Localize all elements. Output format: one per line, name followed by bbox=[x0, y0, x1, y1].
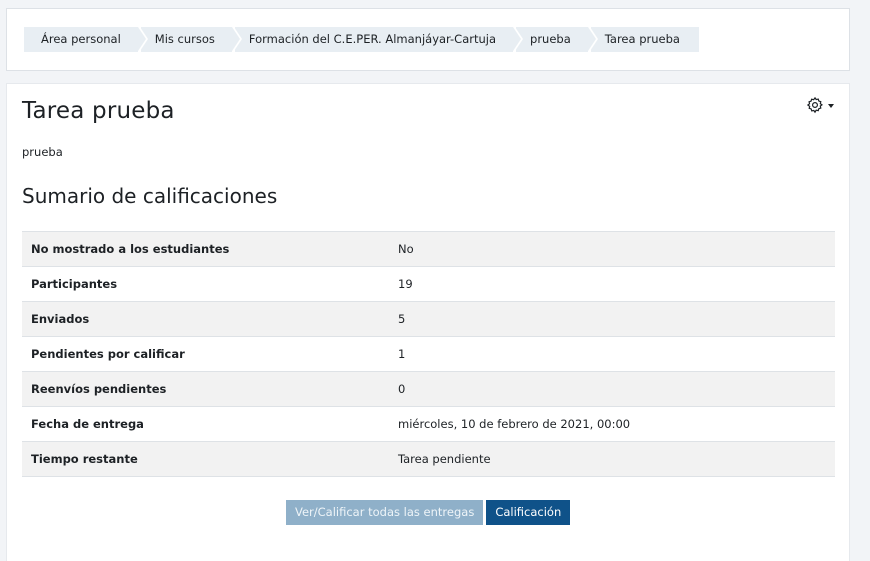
breadcrumb-item-area-personal[interactable]: Área personal bbox=[24, 27, 148, 52]
page-title: Tarea prueba bbox=[22, 98, 175, 124]
breadcrumb-bar: Área personal Mis cursos Formación del C… bbox=[6, 8, 850, 71]
breadcrumb-item-mis-cursos[interactable]: Mis cursos bbox=[140, 27, 243, 52]
assignment-description: prueba bbox=[22, 145, 63, 159]
view-grade-all-submissions-button[interactable]: Ver/Calificar todas las entregas bbox=[286, 500, 484, 525]
breadcrumb-item-current: Tarea prueba bbox=[590, 27, 699, 52]
grading-summary-table: No mostrado a los estudiantes No Partici… bbox=[22, 231, 835, 477]
row-label: Enviados bbox=[22, 301, 389, 337]
settings-menu-button[interactable] bbox=[806, 95, 838, 115]
row-value: Tarea pendiente bbox=[389, 441, 835, 477]
grading-summary-heading: Sumario de calificaciones bbox=[22, 184, 278, 208]
row-value: 5 bbox=[389, 301, 835, 337]
action-buttons: Ver/Calificar todas las entregas Calific… bbox=[286, 500, 571, 525]
grade-button[interactable]: Calificación bbox=[486, 500, 571, 525]
breadcrumb-item-course[interactable]: Formación del C.E.PER. Almanjáyar-Cartuj… bbox=[234, 27, 524, 52]
chevron-down-icon bbox=[828, 104, 834, 108]
table-row: Pendientes por calificar 1 bbox=[22, 336, 835, 372]
row-label: Fecha de entrega bbox=[22, 406, 389, 442]
row-label: Pendientes por calificar bbox=[22, 336, 389, 372]
row-label: Tiempo restante bbox=[22, 441, 389, 477]
row-value: 1 bbox=[389, 336, 835, 372]
table-row: Enviados 5 bbox=[22, 301, 835, 337]
gear-icon bbox=[806, 96, 824, 114]
table-row: Fecha de entrega miércoles, 10 de febrer… bbox=[22, 406, 835, 442]
breadcrumb-item-section[interactable]: prueba bbox=[516, 27, 598, 52]
row-label: Participantes bbox=[22, 266, 389, 302]
row-value: 19 bbox=[389, 266, 835, 302]
breadcrumb: Área personal Mis cursos Formación del C… bbox=[24, 27, 699, 52]
table-row: Reenvíos pendientes 0 bbox=[22, 371, 835, 407]
row-value: 0 bbox=[389, 371, 835, 407]
row-value: miércoles, 10 de febrero de 2021, 00:00 bbox=[389, 406, 835, 442]
table-row: Tiempo restante Tarea pendiente bbox=[22, 441, 835, 477]
table-row: Participantes 19 bbox=[22, 266, 835, 302]
table-row: No mostrado a los estudiantes No bbox=[22, 231, 835, 267]
row-value: No bbox=[389, 231, 835, 267]
row-label: Reenvíos pendientes bbox=[22, 371, 389, 407]
main-content: Tarea prueba prueba Sumario de calificac… bbox=[6, 83, 850, 561]
row-label: No mostrado a los estudiantes bbox=[22, 231, 389, 267]
